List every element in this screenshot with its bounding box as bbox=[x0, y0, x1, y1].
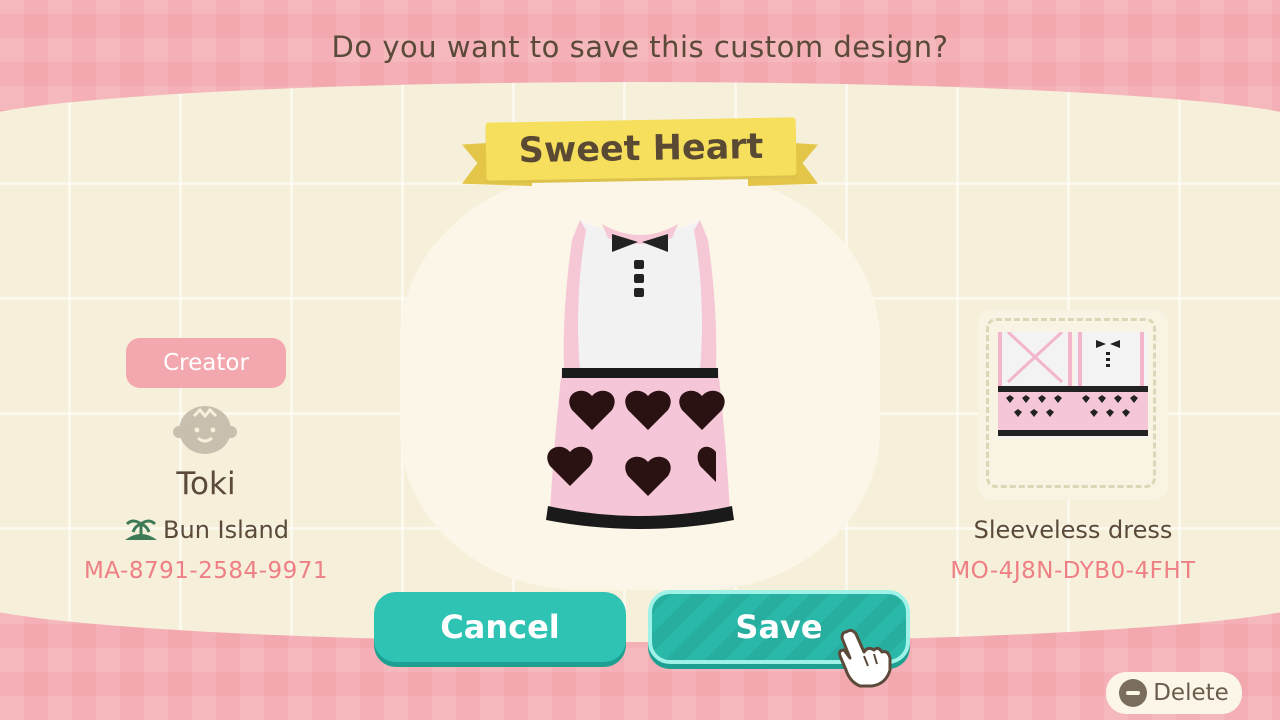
design-name: Sweet Heart bbox=[518, 126, 764, 172]
island-name: Bun Island bbox=[163, 516, 289, 544]
delete-button-label: Delete bbox=[1153, 680, 1229, 706]
minus-circle-icon bbox=[1119, 679, 1148, 707]
island-icon bbox=[125, 519, 158, 540]
design-name-ribbon: Sweet Heart bbox=[485, 117, 797, 181]
creator-label: Creator bbox=[163, 350, 249, 376]
creator-label-pill: Creator bbox=[126, 338, 286, 388]
item-type-label: Sleeveless dress bbox=[973, 516, 1173, 544]
cancel-button[interactable]: Cancel bbox=[374, 592, 626, 662]
pointing-hand-icon bbox=[838, 628, 892, 688]
villager-face-icon bbox=[173, 406, 237, 454]
save-prompt-title: Do you want to save this custom design? bbox=[331, 30, 949, 64]
cancel-button-label: Cancel bbox=[440, 608, 560, 646]
pattern-texture-image bbox=[998, 332, 1148, 438]
creator-island: Bun Island bbox=[90, 516, 322, 544]
dress-preview-image bbox=[546, 220, 734, 529]
save-button-label: Save bbox=[735, 608, 823, 646]
design-code: MO-4J8N-DYB0-4FHT bbox=[950, 558, 1196, 584]
pattern-thumbnail bbox=[978, 310, 1168, 500]
creator-code: MA-8791-2584-9971 bbox=[83, 558, 329, 584]
delete-button[interactable]: Delete bbox=[1106, 672, 1242, 714]
creator-name: Toki bbox=[176, 466, 236, 502]
